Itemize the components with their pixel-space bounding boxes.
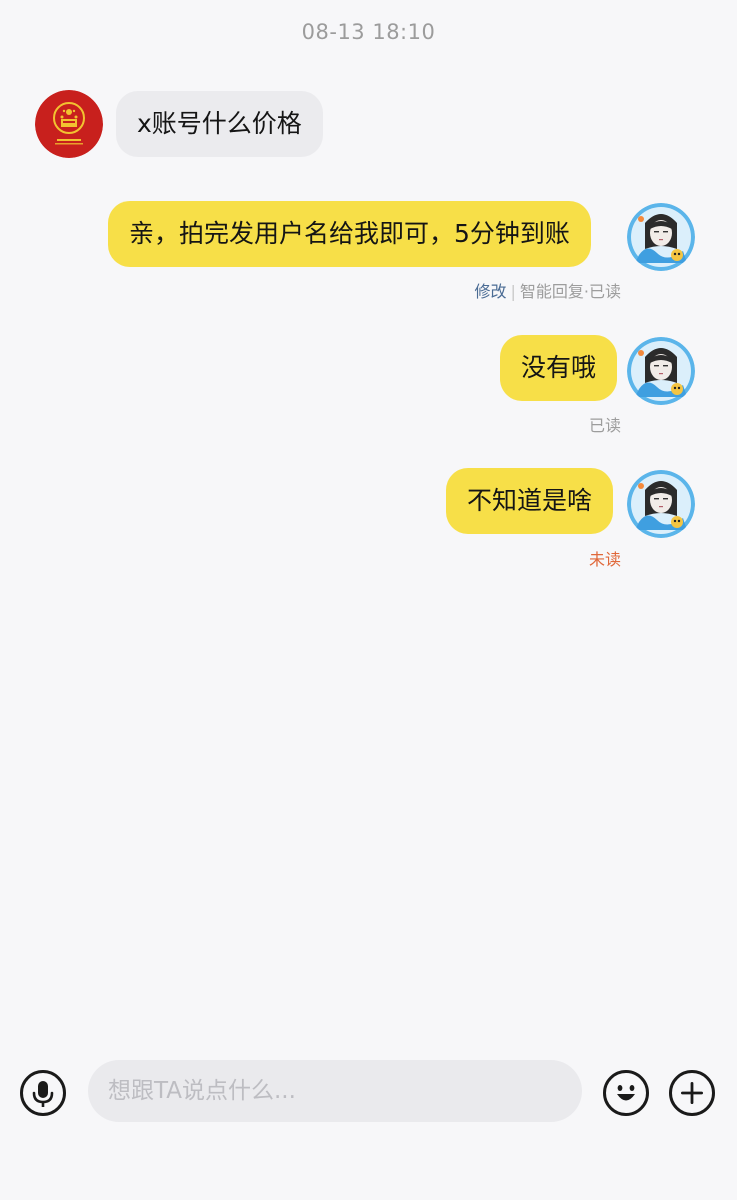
my-avatar[interactable] [627,203,695,271]
read-receipt: ·已读 [583,282,621,301]
emoji-button[interactable] [603,1070,649,1116]
message-bubble-outgoing[interactable]: 亲，拍完发用户名给我即可，5分钟到账 [108,201,591,267]
edit-link[interactable]: 修改 [474,282,506,301]
input-bar [0,1040,737,1140]
microphone-icon [32,1081,54,1107]
read-receipt: 已读 [588,416,621,435]
more-button[interactable] [669,1070,715,1116]
anime-girl-avatar-icon [627,337,695,405]
smart-reply-label: 智能回复 [519,282,584,301]
chat-timestamp: 08-13 18:10 [301,20,436,44]
national-emblem-icon [35,90,103,158]
anime-girl-avatar-icon [627,470,695,538]
message-bubble-outgoing[interactable]: 没有哦 [500,335,618,401]
voice-button[interactable] [20,1070,66,1116]
unread-receipt: 未读 [588,550,621,569]
sender-avatar[interactable] [35,90,103,158]
my-avatar[interactable] [627,337,695,405]
smiley-icon [617,1085,635,1101]
message-status: 修改 | 智能回复·已读 [474,282,621,301]
message-bubble-outgoing[interactable]: 不知道是啥 [446,468,614,534]
plus-icon [681,1082,703,1104]
anime-girl-avatar-icon [627,203,695,271]
message-bubble-incoming[interactable]: x账号什么价格 [116,91,323,157]
message-input[interactable] [88,1060,582,1122]
my-avatar[interactable] [627,470,695,538]
